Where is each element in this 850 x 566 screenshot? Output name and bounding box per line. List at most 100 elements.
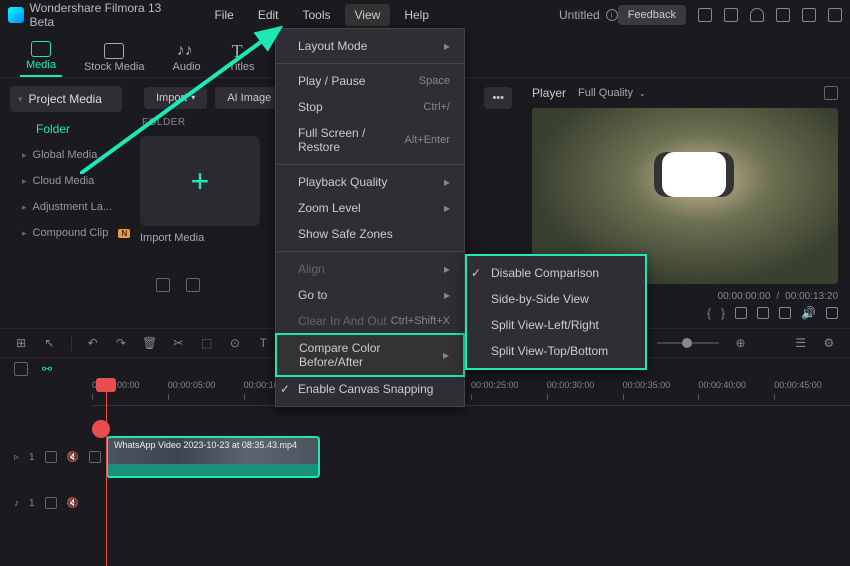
ruler-tick: 00:00:45:00 <box>774 380 822 390</box>
check-icon: ✓ <box>280 382 290 396</box>
sub-side-by-side[interactable]: Side-by-Side View <box>467 286 645 312</box>
mark-in-icon[interactable]: { <box>707 306 711 320</box>
menu-view[interactable]: View <box>345 4 391 26</box>
audio-lock-icon[interactable] <box>45 497 57 509</box>
audio-mute-icon[interactable]: 🔇 <box>67 498 79 509</box>
dd-align: Align▸ <box>276 256 464 282</box>
feedback-button[interactable]: Feedback <box>618 5 686 25</box>
plus-icon: + <box>191 163 210 200</box>
sub-disable-comparison[interactable]: ✓Disable Comparison <box>467 260 645 286</box>
player-label: Player <box>532 86 566 100</box>
dd-canvas-snapping[interactable]: ✓Enable Canvas Snapping <box>276 376 464 402</box>
cloud-media-item[interactable]: Cloud Media <box>0 168 132 194</box>
menu-help[interactable]: Help <box>394 4 439 26</box>
menu-file[interactable]: File <box>204 4 243 26</box>
track-mute-icon[interactable]: 🔇 <box>67 452 79 463</box>
link-icon[interactable]: ⚯ <box>42 362 52 376</box>
clip-audio-waveform <box>108 464 318 476</box>
snapshot-settings-icon[interactable] <box>824 86 838 100</box>
tab-media[interactable]: Media <box>20 37 62 77</box>
zoom-in-icon[interactable]: ⊕ <box>733 335 747 351</box>
global-media-item[interactable]: Global Media <box>0 142 132 168</box>
audio-track-lane[interactable] <box>106 480 850 526</box>
tab-titles[interactable]: Titles <box>223 39 261 77</box>
dd-compare-color[interactable]: Compare Color Before/After▸ <box>275 333 465 377</box>
project-media-header[interactable]: ▾Project Media <box>10 86 122 112</box>
import-media-tile[interactable]: + <box>140 136 260 226</box>
track-manager-icon[interactable] <box>14 362 28 376</box>
zoom-slider[interactable] <box>657 342 719 344</box>
sub-split-lr[interactable]: Split View-Left/Right <box>467 312 645 338</box>
fullscreen-icon[interactable] <box>826 307 838 319</box>
ratio-icon[interactable] <box>735 307 747 319</box>
dd-safe-zones[interactable]: Show Safe Zones <box>276 221 464 247</box>
playhead[interactable] <box>106 380 107 566</box>
compound-clip-item[interactable]: Compound ClipN <box>0 220 132 246</box>
export-icon[interactable] <box>776 8 790 22</box>
layout-icon[interactable] <box>698 8 712 22</box>
import-button[interactable]: Import▾ <box>144 87 207 109</box>
media-icon <box>31 41 51 57</box>
current-time: 00:00:00:00 <box>718 291 771 302</box>
more-button[interactable]: ••• <box>484 87 512 109</box>
menu-edit[interactable]: Edit <box>248 4 289 26</box>
tl-text-icon[interactable]: T <box>256 335 270 351</box>
video-track-icon[interactable]: ▹ <box>14 452 19 463</box>
quality-dropdown[interactable]: Full Quality⌄ <box>578 87 646 99</box>
timeline-body: ▹ 1 🔇 WhatsApp Video 2023-10-23 at 08:35… <box>0 406 850 566</box>
history-marker-icon[interactable] <box>92 420 110 438</box>
tl-cursor-icon[interactable]: ↖ <box>42 335 56 351</box>
share-icon[interactable] <box>802 8 816 22</box>
tl-speed-icon[interactable]: ⊙ <box>228 335 242 351</box>
save-icon[interactable] <box>724 8 738 22</box>
tl-crop-icon[interactable]: ⬚ <box>200 335 214 351</box>
sub-split-tb[interactable]: Split View-Top/Bottom <box>467 338 645 364</box>
dd-play-pause[interactable]: Play / PauseSpace <box>276 68 464 94</box>
track-visible-icon[interactable] <box>89 451 101 463</box>
new-folder-icon[interactable] <box>156 278 170 292</box>
tab-stock-media[interactable]: Stock Media <box>78 39 151 77</box>
new-badge: N <box>118 229 130 238</box>
adjustment-layer-item[interactable]: Adjustment La... <box>0 194 132 220</box>
ai-image-button[interactable]: AI Image <box>215 87 283 109</box>
dd-fullscreen[interactable]: Full Screen / RestoreAlt+Enter <box>276 120 464 160</box>
dd-goto[interactable]: Go to▸ <box>276 282 464 308</box>
app-title: Wondershare Filmora 13 Beta <box>30 1 185 29</box>
video-clip[interactable]: WhatsApp Video 2023-10-23 at 08:35.43.mp… <box>106 436 320 478</box>
audio-track-icon[interactable]: ♪ <box>14 498 19 509</box>
tab-audio[interactable]: Audio <box>167 39 207 77</box>
check-icon: ✓ <box>471 266 481 280</box>
tl-redo-icon[interactable]: ↷ <box>114 335 128 351</box>
video-track-lane[interactable]: WhatsApp Video 2023-10-23 at 08:35.43.mp… <box>106 434 850 480</box>
title-bar: Wondershare Filmora 13 Beta File Edit To… <box>0 0 850 30</box>
bin-icon[interactable] <box>186 278 200 292</box>
menu-tools[interactable]: Tools <box>293 4 341 26</box>
video-track: ▹ 1 🔇 WhatsApp Video 2023-10-23 at 08:35… <box>14 434 850 480</box>
cloud-icon[interactable] <box>750 8 764 22</box>
zoom-fit-icon[interactable] <box>757 307 769 319</box>
left-panel: ▾Project Media Folder Global Media Cloud… <box>0 78 132 328</box>
tl-settings-icon[interactable]: ⚙ <box>822 335 836 351</box>
tl-cut-icon[interactable]: ✂ <box>171 335 185 351</box>
mark-out-icon[interactable]: } <box>721 306 725 320</box>
snapshot-icon[interactable] <box>779 307 791 319</box>
apps-icon[interactable] <box>828 8 842 22</box>
dd-zoom-level[interactable]: Zoom Level▸ <box>276 195 464 221</box>
tl-undo-icon[interactable]: ↶ <box>85 335 99 351</box>
tl-grid-icon[interactable]: ⊞ <box>14 335 28 351</box>
dd-playback-quality[interactable]: Playback Quality▸ <box>276 169 464 195</box>
tl-delete-icon[interactable]: 🗑 <box>142 335 157 351</box>
titlebar-right: Feedback <box>618 5 842 25</box>
total-time: 00:00:13:20 <box>785 291 838 302</box>
video-track-head: ▹ 1 🔇 <box>14 451 106 463</box>
dd-layout-mode[interactable]: Layout Mode▸ <box>276 33 464 59</box>
track-lock-icon[interactable] <box>45 451 57 463</box>
info-icon[interactable]: i <box>606 9 618 21</box>
folder-node[interactable]: Folder <box>0 116 132 142</box>
timeline-ruler[interactable]: 00:00:00:00 00:00:05:00 00:00:10:00 00:0… <box>92 380 850 406</box>
app-logo-icon <box>8 7 24 23</box>
dd-stop[interactable]: StopCtrl+/ <box>276 94 464 120</box>
dd-clear-io: Clear In And OutCtrl+Shift+X <box>276 308 464 334</box>
tl-view-icon[interactable]: ☰ <box>793 335 807 351</box>
volume-icon[interactable]: 🔊 <box>801 306 816 320</box>
